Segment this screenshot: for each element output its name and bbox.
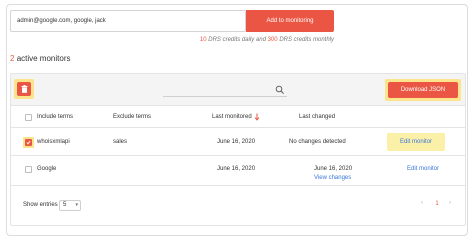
select-all-checkbox[interactable] <box>25 114 32 121</box>
daily-credits-count: 10 <box>199 37 207 43</box>
delete-button[interactable] <box>17 82 31 96</box>
show-entries-label: Show entries <box>23 202 58 208</box>
search-icon[interactable] <box>275 85 285 95</box>
active-label: active monitors <box>16 54 71 63</box>
header-last-changed[interactable]: Last changed <box>299 114 335 120</box>
row-include-terms: Google <box>37 166 57 172</box>
prev-page-button[interactable]: ‹ <box>421 200 423 206</box>
row-checkbox[interactable] <box>25 139 32 146</box>
edit-highlight: Edit monitor <box>387 133 445 151</box>
edit-monitor-link[interactable]: Edit monitor <box>400 139 432 145</box>
header-include-terms[interactable]: Include terms <box>37 114 73 120</box>
check-icon <box>26 140 31 145</box>
sort-down-icon[interactable] <box>254 113 260 121</box>
row-last-monitored: June 16, 2020 <box>217 166 256 172</box>
edit-monitor-link[interactable]: Edit monitor <box>407 166 439 172</box>
trash-icon <box>21 85 27 93</box>
daily-credits-text: DRS credits daily and <box>208 37 266 43</box>
credits-info: 10 DRS credits daily and 300 DRS credits… <box>200 37 334 43</box>
next-page-button[interactable]: › <box>449 200 451 206</box>
active-count: 2 <box>10 54 15 63</box>
table-footer: Show entries 5 ▾ ‹ 1 › <box>11 196 465 216</box>
download-json-button[interactable]: Download JSON <box>388 82 458 98</box>
download-highlight: Download JSON <box>385 79 461 101</box>
header-last-monitored[interactable]: Last monitored <box>212 114 252 120</box>
current-page-button[interactable]: 1 <box>431 198 443 210</box>
chevron-down-icon: ▾ <box>75 202 78 208</box>
table-row[interactable]: whoisxmlapi sales June 16, 2020 No chang… <box>11 129 465 156</box>
table-row[interactable]: Google June 16, 2020 June 16, 2020 View … <box>11 156 465 186</box>
monthly-credits-count: 300 <box>267 37 278 43</box>
row-include-terms: whoisxmlapi <box>37 139 70 145</box>
row-last-monitored: June 16, 2020 <box>217 139 256 145</box>
row-last-changed: June 16, 2020 <box>314 166 353 172</box>
search-input[interactable] <box>163 83 287 97</box>
monthly-credits-text: DRS credits monthly <box>279 37 334 43</box>
row-last-changed: No changes detected <box>289 139 346 145</box>
entries-value: 5 <box>63 202 67 208</box>
entries-select[interactable]: 5 ▾ <box>59 200 81 211</box>
monitors-table-panel: Download JSON Include terms Exclude term… <box>10 73 466 226</box>
row-exclude-terms: sales <box>113 139 128 145</box>
view-changes-link[interactable]: View changes <box>314 175 351 181</box>
table-header: Include terms Exclude terms Last monitor… <box>11 106 465 128</box>
delete-highlight <box>14 79 34 99</box>
active-monitors-heading: 2 active monitors <box>10 54 70 63</box>
row-checkbox[interactable] <box>25 166 32 173</box>
terms-input[interactable]: admin@google.com, google, jack <box>10 10 246 32</box>
header-exclude-terms[interactable]: Exclude terms <box>113 114 151 120</box>
table-toolbar: Download JSON <box>11 74 465 106</box>
add-to-monitoring-button[interactable]: Add to monitoring <box>246 10 334 32</box>
